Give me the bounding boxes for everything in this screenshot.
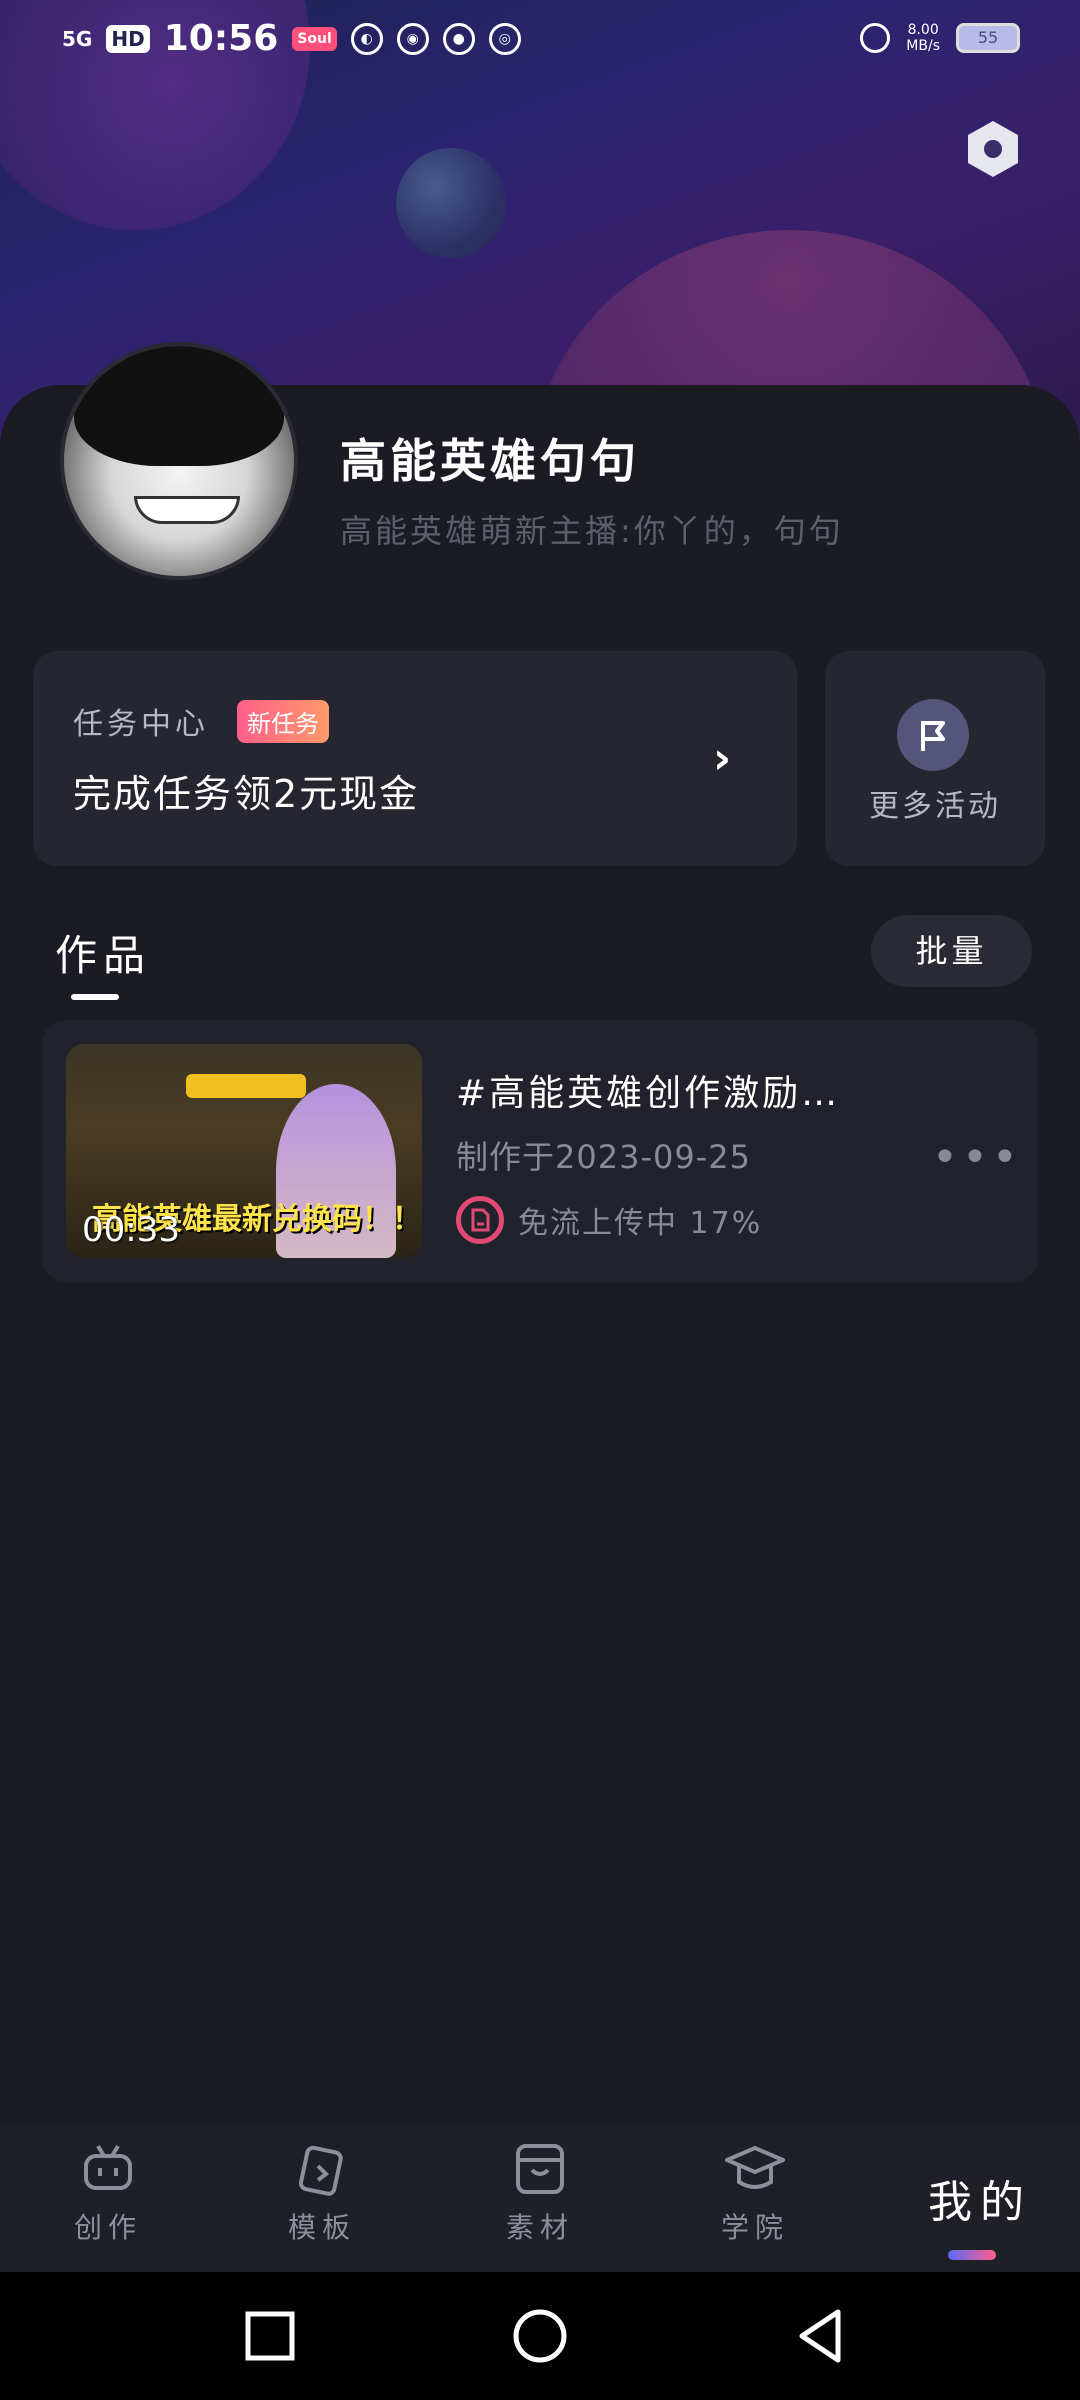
alarm-icon <box>860 23 891 53</box>
nav-active-indicator <box>948 2250 996 2260</box>
thumbnail-banner <box>186 1074 306 1098</box>
nav-item-material[interactable]: 素材 <box>480 2136 600 2246</box>
task-center-label: 任务中心 <box>73 707 209 742</box>
nav-item-create[interactable]: 创作 <box>48 2136 168 2246</box>
nav-item-template[interactable]: 模板 <box>262 2136 382 2246</box>
nav-label-academy: 学院 <box>720 2211 789 2244</box>
task-reward-text: 完成任务领2元现金 <box>73 772 420 816</box>
status-bar: 5G HD 10:56 Soul ◐ ◉ ● ◎ 8.00 MB/s 55 <box>0 0 1080 80</box>
home-icon[interactable] <box>510 2306 570 2366</box>
tab-works[interactable]: 作品 <box>55 922 151 983</box>
system-navigation-bar <box>0 2272 1080 2400</box>
recent-apps-icon[interactable] <box>240 2306 300 2366</box>
back-icon[interactable] <box>790 2306 850 2366</box>
batch-button[interactable]: 批量 <box>871 915 1032 987</box>
nav-label-template: 模板 <box>287 2211 356 2244</box>
chevron-right-icon: › <box>713 733 732 784</box>
work-list-item[interactable]: 高能英雄最新兑换码！！！ 00:33 #高能英雄创作激励… 制作于2023-09… <box>42 1020 1038 1282</box>
new-task-badge: 新任务 <box>237 700 329 743</box>
battery-icon: 55 <box>956 23 1020 53</box>
network-speed-value: 8.00 <box>907 22 939 38</box>
hd-indicator: HD <box>106 24 150 53</box>
nav-label-material: 素材 <box>505 2211 574 2244</box>
flag-icon <box>897 699 969 771</box>
template-icon <box>298 2145 343 2196</box>
soul-app-icon: Soul <box>292 26 337 51</box>
avatar-hair <box>74 346 284 466</box>
material-icon <box>516 2144 564 2194</box>
work-title: #高能英雄创作激励… <box>456 1073 841 1114</box>
video-duration: 00:33 <box>82 1210 180 1250</box>
bottom-navigation: 创作 模板 素材 学院 我的 <box>0 2124 1080 2272</box>
academy-icon <box>725 2146 785 2189</box>
nav-item-mine[interactable]: 我的 <box>928 2166 1032 2230</box>
settings-button[interactable] <box>962 118 1024 180</box>
network-speed: 8.00 MB/s <box>906 22 940 54</box>
avatar[interactable] <box>60 342 298 580</box>
upload-progress-text: 免流上传中 17% <box>518 1206 763 1241</box>
more-activities-label: 更多活动 <box>869 789 1001 824</box>
create-icon <box>84 2144 132 2190</box>
work-date: 制作于2023-09-25 <box>456 1138 751 1176</box>
settings-hexagon-icon <box>968 121 1018 177</box>
planet-decoration <box>396 148 506 258</box>
user-bio: 高能英雄萌新主播:你丫的，句句 <box>340 512 844 550</box>
assistant-icon: ◎ <box>488 22 521 55</box>
network-speed-unit: MB/s <box>906 38 940 54</box>
upload-document-icon <box>456 1196 504 1244</box>
network-indicator: 5G <box>62 26 93 51</box>
clock: 10:56 <box>163 18 279 59</box>
tab-active-indicator <box>71 994 119 1000</box>
more-options-icon[interactable]: ••• <box>932 1132 1022 1183</box>
weibo-icon: ◉ <box>396 22 429 55</box>
upload-status: 免流上传中 17% <box>456 1196 762 1244</box>
nav-label-create: 创作 <box>73 2211 142 2244</box>
task-center-card[interactable]: 任务中心 新任务 完成任务领2元现金 › <box>33 651 797 866</box>
username: 高能英雄句句 <box>340 434 640 488</box>
app-notification-icon: ◐ <box>350 22 383 55</box>
more-activities-button[interactable]: 更多活动 <box>825 651 1045 866</box>
video-thumbnail[interactable]: 高能英雄最新兑换码！！！ 00:33 <box>66 1044 422 1258</box>
wechat-icon: ● <box>442 22 475 55</box>
avatar-grin <box>134 496 240 524</box>
nav-item-academy[interactable]: 学院 <box>695 2136 815 2246</box>
